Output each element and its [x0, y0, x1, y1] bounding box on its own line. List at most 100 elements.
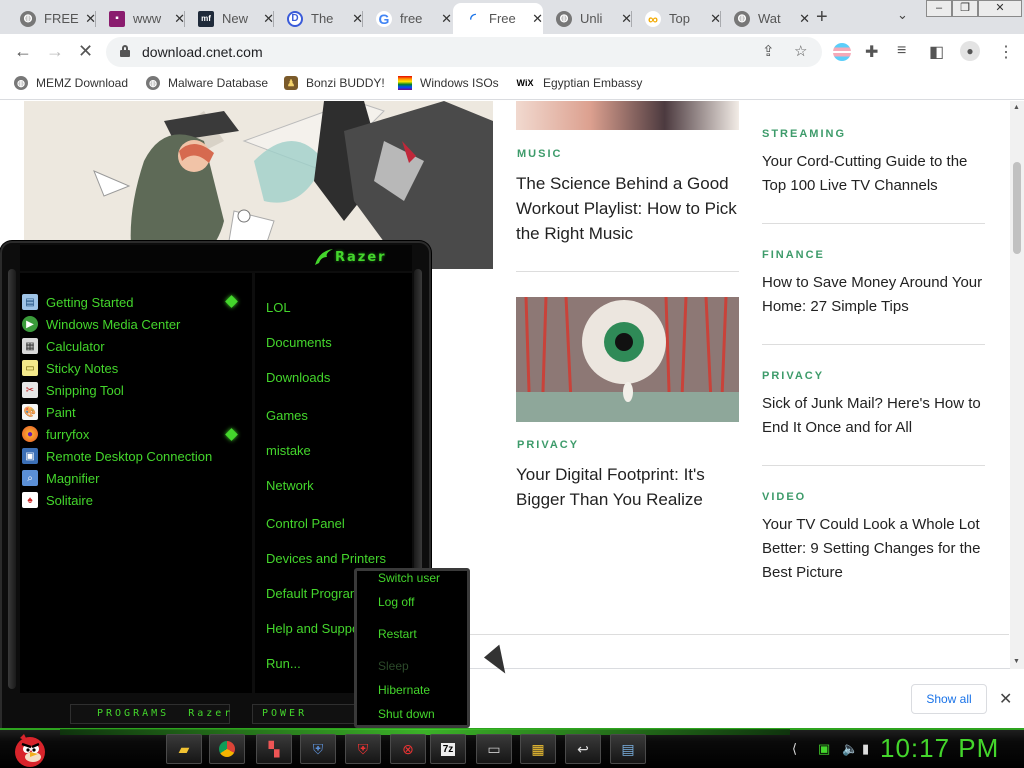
place-games[interactable]: Games: [266, 408, 308, 423]
forward-arrow-icon[interactable]: →: [46, 41, 64, 62]
tab-7[interactable]: ◍ Unli ✕: [544, 3, 632, 34]
new-tab-button[interactable]: +: [816, 6, 828, 29]
tab-9[interactable]: ◍ Wat ✕: [722, 3, 810, 34]
stop-loading-icon[interactable]: ✕: [78, 41, 93, 62]
program-furryfox[interactable]: ● furryfox: [22, 424, 89, 444]
scroll-up-arrow-icon[interactable]: ▲: [1013, 104, 1020, 111]
article-category[interactable]: FINANCE: [762, 249, 825, 261]
article-category[interactable]: VIDEO: [762, 491, 806, 503]
bookmark-star-icon[interactable]: ☆: [794, 42, 807, 60]
taskbar-clock[interactable]: 10:17 PM: [880, 733, 999, 764]
article-headline[interactable]: The Science Behind a Good Workout Playli…: [516, 171, 746, 246]
tab-5[interactable]: G free ✕: [364, 3, 452, 34]
close-download-shelf-icon[interactable]: ✕: [999, 689, 1012, 709]
tab-4[interactable]: D The ✕: [275, 3, 363, 34]
scroll-down-arrow-icon[interactable]: ▼: [1013, 658, 1020, 665]
maximize-button[interactable]: ❐: [952, 0, 978, 17]
place-default-programs[interactable]: Default Programs: [266, 586, 367, 601]
switch-user-item[interactable]: Switch user: [378, 571, 440, 585]
profile-avatar-icon[interactable]: ●: [960, 41, 980, 61]
close-tab-icon[interactable]: ✕: [799, 11, 810, 27]
taskbar-avast[interactable]: ⛨: [345, 734, 381, 764]
hibernate-item[interactable]: Hibernate: [378, 683, 430, 697]
taskbar-window-app[interactable]: ▭: [476, 734, 512, 764]
tray-network-icon[interactable]: ▣: [818, 741, 830, 757]
program-remote-desktop[interactable]: ▣ Remote Desktop Connection: [22, 446, 212, 466]
article-thumbnail-workout[interactable]: [516, 101, 739, 130]
tab-2[interactable]: ▪ www ✕: [97, 3, 185, 34]
program-magnifier[interactable]: ⌕ Magnifier: [22, 468, 99, 488]
taskbar-explorer[interactable]: ▰: [166, 734, 202, 764]
place-control-panel[interactable]: Control Panel: [266, 516, 345, 531]
article-category[interactable]: STREAMING: [762, 128, 846, 140]
program-paint[interactable]: 🎨 Paint: [22, 402, 76, 422]
program-calculator[interactable]: ▦ Calculator: [22, 336, 105, 356]
article-headline[interactable]: Sick of Junk Mail? Here's How to End It …: [762, 392, 988, 440]
side-panel-icon[interactable]: ◧: [929, 42, 944, 62]
tray-flag-icon[interactable]: ▮: [862, 741, 869, 757]
taskbar-media-app[interactable]: ↩: [565, 734, 601, 764]
place-help-support[interactable]: Help and Support: [266, 621, 367, 636]
article-headline[interactable]: Your Cord-Cutting Guide to the Top 100 L…: [762, 150, 988, 198]
log-off-item[interactable]: Log off: [378, 595, 414, 609]
taskbar-shield[interactable]: ⛨: [300, 734, 336, 764]
program-snipping-tool[interactable]: ✂ Snipping Tool: [22, 380, 124, 400]
share-icon[interactable]: ⇪: [762, 42, 775, 60]
tray-volume-icon[interactable]: 🔈: [842, 741, 858, 757]
all-programs-label: PROGRAMS Razer: [97, 708, 233, 719]
taskbar-error-app[interactable]: ⊗: [390, 734, 426, 764]
show-all-downloads-button[interactable]: Show all: [911, 684, 987, 714]
place-network[interactable]: Network: [266, 478, 314, 493]
taskbar-7zip[interactable]: 7z: [430, 734, 466, 764]
article-headline[interactable]: Your Digital Footprint: It's Bigger Than…: [516, 462, 736, 512]
taskbar-chrome[interactable]: [209, 734, 245, 764]
minimize-button[interactable]: –: [926, 0, 952, 17]
program-sticky-notes[interactable]: ▭ Sticky Notes: [22, 358, 118, 378]
close-tab-icon[interactable]: ✕: [441, 11, 452, 27]
place-devices-printers[interactable]: Devices and Printers: [266, 551, 386, 566]
program-solitaire[interactable]: ♠ Solitaire: [22, 490, 93, 510]
place-run[interactable]: Run...: [266, 656, 301, 671]
back-arrow-icon[interactable]: ←: [14, 41, 32, 62]
place-mistake[interactable]: mistake: [266, 443, 311, 458]
article-category[interactable]: MUSIC: [517, 148, 562, 160]
article-headline[interactable]: How to Save Money Around Your Home: 27 S…: [762, 271, 988, 319]
place-documents[interactable]: Documents: [266, 335, 332, 350]
close-tab-icon[interactable]: ✕: [532, 11, 543, 27]
bookmark-windows-isos[interactable]: Windows ISOs: [398, 76, 499, 90]
close-circle-icon: ⊗: [402, 740, 414, 757]
kebab-menu-icon[interactable]: ⋮: [998, 42, 1014, 62]
place-lol[interactable]: LOL: [266, 300, 291, 315]
bookmark-memz[interactable]: ◍ MEMZ Download: [14, 76, 128, 90]
tab-6-active[interactable]: ◜ Free ✕: [453, 3, 543, 34]
article-headline[interactable]: Your TV Could Look a Whole Lot Better: 9…: [762, 513, 988, 585]
tray-chevron-icon[interactable]: ⟨: [792, 741, 797, 757]
tab-search-chevron-icon[interactable]: ⌄: [897, 7, 908, 23]
article-thumbnail-eye[interactable]: [516, 297, 739, 422]
extension-flag-icon[interactable]: [833, 43, 851, 61]
scrollbar-thumb[interactable]: [1013, 162, 1021, 254]
program-getting-started[interactable]: ▤ Getting Started: [22, 292, 133, 312]
bookmark-bonzi[interactable]: ♟ Bonzi BUDDY!: [284, 76, 385, 90]
tab-3[interactable]: mf New ✕: [186, 3, 274, 34]
extensions-puzzle-icon[interactable]: ✚: [865, 42, 878, 62]
start-button[interactable]: [6, 728, 50, 768]
place-downloads[interactable]: Downloads: [266, 370, 330, 385]
taskbar-grid-app[interactable]: ▦: [520, 734, 556, 764]
close-window-button[interactable]: ✕: [978, 0, 1022, 17]
address-bar[interactable]: download.cnet.com ⇪ ☆: [106, 37, 822, 67]
url-text[interactable]: download.cnet.com: [142, 44, 263, 60]
article-category[interactable]: PRIVACY: [517, 439, 579, 451]
shut-down-item[interactable]: Shut down: [378, 707, 435, 721]
tab-8[interactable]: ∞ Top ✕: [633, 3, 721, 34]
media-queue-icon[interactable]: ≡: [897, 42, 906, 60]
restart-item[interactable]: Restart: [378, 627, 417, 641]
taskbar-device-app[interactable]: ▤: [610, 734, 646, 764]
bookmark-egyptian-embassy[interactable]: WiX Egyptian Embassy: [515, 76, 643, 90]
lock-icon[interactable]: [120, 45, 130, 57]
tab-1[interactable]: ◍ FREE ✕: [8, 3, 96, 34]
article-category[interactable]: PRIVACY: [762, 370, 824, 382]
taskbar-paint[interactable]: ▚: [256, 734, 292, 764]
program-media-center[interactable]: ▶ Windows Media Center: [22, 314, 180, 334]
bookmark-malware-db[interactable]: ◍ Malware Database: [146, 76, 268, 90]
